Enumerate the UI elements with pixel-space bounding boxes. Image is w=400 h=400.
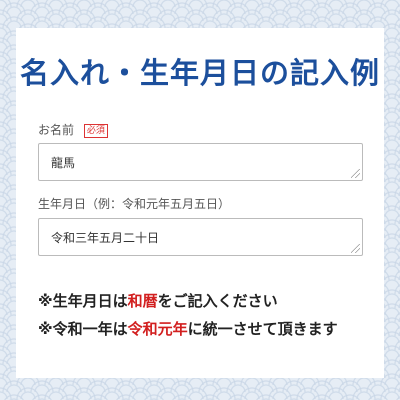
- note1-suffix: をご記入ください: [157, 292, 278, 310]
- note2-suffix: に統一させて頂きます: [187, 320, 338, 338]
- form-card: 名入れ・生年月日の記入例 お名前 必須 龍馬 生年月日（例：令和元年五月五日） …: [16, 28, 384, 378]
- name-label-row: お名前 必須: [38, 121, 108, 138]
- note1-highlight: 和暦: [127, 292, 158, 310]
- name-label: お名前: [38, 123, 75, 137]
- note-reiwa-first-year: ※令和一年は令和元年に統一させて頂きます: [38, 318, 338, 339]
- birthdate-field[interactable]: 令和三年五月二十日: [38, 218, 363, 256]
- birthdate-field-value: 令和三年五月二十日: [51, 231, 160, 245]
- note-japanese-calendar: ※生年月日は和暦をご記入ください: [38, 290, 278, 311]
- note2-prefix: ※令和一年は: [38, 320, 128, 338]
- resize-grip-icon[interactable]: [351, 244, 360, 253]
- birthdate-label: 生年月日（例：令和元年五月五日）: [38, 197, 231, 211]
- name-field[interactable]: 龍馬: [38, 143, 363, 181]
- required-badge: 必須: [83, 123, 108, 138]
- page-title: 名入れ・生年月日の記入例: [19, 56, 380, 90]
- resize-grip-icon[interactable]: [351, 169, 360, 178]
- name-field-value: 龍馬: [51, 156, 76, 170]
- note2-highlight: 令和元年: [127, 320, 188, 338]
- note1-prefix: ※生年月日は: [38, 292, 128, 310]
